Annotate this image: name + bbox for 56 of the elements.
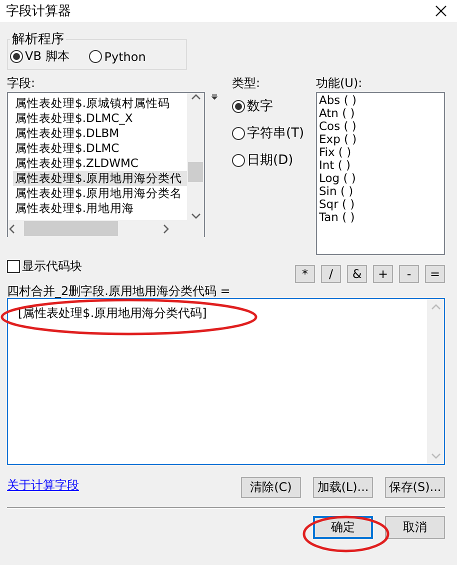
function-item[interactable]: Cos ( ) [317,120,444,133]
operator-button[interactable]: + [373,265,393,283]
field-list-item[interactable]: 属性表处理$.ZLDWMC [13,156,187,171]
file-button[interactable]: 清除(C) [241,477,301,498]
vertical-scrollbar[interactable] [427,299,444,464]
help-link[interactable]: 关于计算字段 [7,477,79,494]
field-list-item[interactable]: 属性表处理$.原用地用海分类代 [13,171,187,186]
type-label: 类型: [232,75,262,92]
type-radio[interactable]: 字符串(T) [232,124,316,142]
parser-radio[interactable]: VB 脚本 [10,48,70,65]
operator-button[interactable]: - [399,265,419,283]
field-list-item[interactable]: 属性表处理$.原用地用海分类名 [13,186,187,201]
field-list-item[interactable]: 属性表处理$.用地用海 [13,201,187,216]
functions-label: 功能(U): [316,75,364,92]
scroll-up-icon [190,93,200,101]
operator-button[interactable]: / [321,265,341,283]
scrollbar-thumb[interactable] [188,162,203,182]
scroll-up-icon [430,303,440,311]
horizontal-scrollbar[interactable] [8,220,187,237]
dropdown-arrow-icon[interactable] [211,94,218,100]
function-item[interactable]: Log ( ) [317,172,444,185]
operator-button[interactable]: * [295,265,315,283]
scrollbar-thumb[interactable] [24,221,118,236]
function-item[interactable]: Sqr ( ) [317,198,444,211]
group-label: 解析程序 [11,31,65,48]
type-radio[interactable]: 数字 [232,97,316,115]
dialog-button[interactable]: 取消 [385,516,445,539]
function-item[interactable]: Atn ( ) [317,107,444,120]
code-block-checkbox[interactable]: 显示代码块 [7,258,82,275]
fields-label: 字段: [7,75,36,92]
scroll-down-icon [190,212,200,220]
operator-button[interactable]: = [425,265,445,283]
close-icon[interactable] [435,5,447,17]
field-list-item[interactable]: 属性表处理$.DLMC [13,141,187,156]
type-radio[interactable]: 日期(D) [232,151,316,169]
operator-button[interactable]: & [347,265,367,283]
function-item[interactable]: Sin ( ) [317,185,444,198]
field-list-item[interactable]: 属性表处理$.原城镇村属性码 [13,96,187,111]
parser-radio[interactable]: Python [89,50,146,64]
window-title: 字段计算器 [6,3,71,20]
field-list-item[interactable]: 属性表处理$.DLMC_X [13,111,187,126]
scroll-down-icon [430,452,440,460]
scroll-right-icon [162,224,170,234]
field-list[interactable]: 属性表处理$.原城镇村属性码 属性表处理$.DLMC_X 属性表处理$.DLBM 属性表处理$.DLMC 属性表处理$.ZLDWMC 属性表处理$.原用地用海分类代 属性表处理$.原用地用海分类名 属性表处理$.用地用海 [7,92,205,237]
function-item[interactable]: Fix ( ) [317,146,444,159]
vertical-scrollbar[interactable] [187,93,204,220]
function-item[interactable]: Abs ( ) [317,94,444,107]
file-button[interactable]: 加载(L)... [313,477,373,498]
scroll-left-icon [8,224,16,234]
file-button[interactable]: 保存(S)... [385,477,445,498]
function-item[interactable]: Int ( ) [317,159,444,172]
function-item[interactable]: Tan ( ) [317,211,444,224]
function-item[interactable]: Exp ( ) [317,133,444,146]
field-list-item[interactable]: 属性表处理$.DLBM [13,126,187,141]
expression-label: 四村合并_2删字段.原用地用海分类代码 = [7,284,232,298]
functions-list[interactable]: Abs ( ) Atn ( ) Cos ( ) Exp ( ) Fix ( ) Int ( ) Log ( ) Sin ( ) Sqr ( ) Tan ( ) [316,92,445,255]
